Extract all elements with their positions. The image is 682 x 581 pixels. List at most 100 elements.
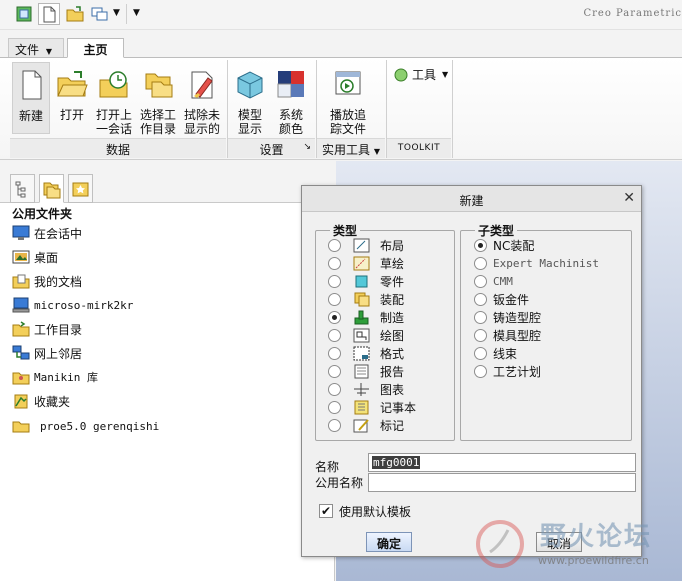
system-colors-button[interactable]: 系统 颜色	[272, 62, 310, 136]
model-tree-tab[interactable]	[10, 174, 35, 203]
type-option-markup[interactable]: 标记	[328, 416, 404, 434]
erase-not-displayed-icon	[191, 71, 213, 99]
new-button[interactable]: 新建	[12, 62, 50, 134]
name-value: mfg0001	[372, 456, 421, 469]
open-last-session-icon	[99, 71, 128, 98]
subtype-option-mold-cavity[interactable]: 模具型腔	[474, 326, 541, 344]
report-icon	[354, 364, 369, 378]
subtype-radio[interactable]	[474, 292, 487, 306]
tree-item-manikin-library[interactable]: Manikin 库	[12, 366, 98, 388]
type-option-drawing[interactable]: 绘图	[328, 326, 404, 344]
select-working-directory-label: 选择工 作目录	[139, 108, 176, 136]
subtype-radio[interactable]	[474, 238, 487, 252]
group-data-label: 数据	[105, 143, 130, 157]
type-option-part[interactable]: 零件	[328, 272, 404, 290]
name-label: 名称	[315, 460, 340, 474]
tree-item-folder[interactable]: proe5.0 gerenqishi	[12, 415, 159, 437]
subtype-option-expert-machinist[interactable]: Expert Machinist	[474, 254, 599, 272]
subtype-radio[interactable]	[474, 328, 487, 342]
subtype-option-cast-cavity[interactable]: 铸造型腔	[474, 308, 541, 326]
ribbon: 新建 打开 打开上 一会话 选择工 作目录 拭除未 显示的 模型 显示 系统 颜…	[0, 57, 682, 160]
play-trail-file-button[interactable]: 播放追 踪文件	[326, 62, 370, 136]
chevron-down-icon: ▼	[442, 70, 449, 79]
favorites-tab[interactable]	[68, 174, 93, 203]
group-utilities[interactable]: 实用工具 ▼	[317, 138, 385, 158]
windows-icon[interactable]	[89, 3, 111, 25]
navigator-panel: 公用文件夹 在会话中 桌面 我的文档 microso-mirk2kr 工作目录 …	[0, 161, 335, 581]
subtype-option-process-plan[interactable]: 工艺计划	[474, 362, 541, 380]
type-radio[interactable]	[328, 400, 341, 414]
subtype-radio[interactable]	[474, 346, 487, 360]
type-option-layout[interactable]: 布局	[328, 236, 404, 254]
tree-item-network[interactable]: 网上邻居	[12, 342, 82, 364]
dialog-launcher-icon[interactable]: ↘	[303, 142, 311, 152]
system-colors-label: 系统 颜色	[278, 108, 303, 136]
close-icon[interactable]: ✕	[623, 190, 635, 206]
type-radio[interactable]	[328, 274, 341, 288]
open-folder-icon[interactable]	[64, 3, 86, 25]
subtype-option-harness[interactable]: 线束	[474, 344, 517, 362]
type-option-format[interactable]: 格式	[328, 344, 404, 362]
play-trail-file-label: 播放追 踪文件	[329, 108, 366, 136]
tools-dropdown[interactable]: 工具 ▼	[394, 66, 448, 83]
type-option-diagram[interactable]: 图表	[328, 380, 404, 398]
windows-dropdown-icon[interactable]: ▼	[113, 8, 120, 18]
tree-item-my-documents[interactable]: 我的文档	[12, 270, 82, 292]
new-file-icon[interactable]	[38, 3, 60, 25]
model-display-button[interactable]: 模型 显示	[232, 62, 268, 136]
type-option-notebook[interactable]: 记事本	[328, 398, 416, 416]
computer-icon	[12, 297, 30, 313]
tab-file[interactable]: 文件 ▼	[8, 38, 64, 58]
favorites-tab-icon	[72, 182, 89, 197]
tree-item-in-session[interactable]: 在会话中	[12, 222, 82, 244]
tree-item-label: 收藏夹	[34, 394, 71, 409]
customize-toolbar-icon[interactable]: ▼	[133, 8, 140, 18]
subtype-radio[interactable]	[474, 274, 487, 288]
tree-item-computer[interactable]: microso-mirk2kr	[12, 294, 133, 316]
subtype-radio[interactable]	[474, 310, 487, 324]
type-radio[interactable]	[328, 418, 341, 432]
type-radio[interactable]	[328, 346, 341, 360]
common-name-input[interactable]	[368, 473, 636, 492]
type-radio[interactable]	[328, 310, 341, 324]
open-button[interactable]: 打开	[54, 62, 90, 134]
tab-home[interactable]: 主页	[67, 38, 124, 58]
name-input[interactable]: mfg0001	[368, 453, 636, 472]
type-radio[interactable]	[328, 382, 341, 396]
tree-item-label: microso-mirk2kr	[34, 298, 134, 312]
subtype-radio[interactable]	[474, 256, 487, 270]
cancel-button[interactable]: 取消	[536, 532, 582, 552]
subtype-option-cmm[interactable]: CMM	[474, 272, 513, 290]
select-working-directory-button[interactable]: 选择工 作目录	[138, 62, 178, 136]
subtype-option-sheetmetal[interactable]: 钣金件	[474, 290, 529, 308]
tree-item-working-directory[interactable]: 工作目录	[12, 318, 82, 340]
group-settings[interactable]: 设置 ↘	[228, 138, 315, 158]
open-last-session-button[interactable]: 打开上 一会话	[94, 62, 134, 136]
type-radio[interactable]	[328, 238, 341, 252]
markup-icon	[353, 418, 369, 432]
type-radio[interactable]	[328, 256, 341, 270]
erase-not-displayed-button[interactable]: 拭除未 显示的	[182, 62, 222, 136]
subtype-radio[interactable]	[474, 364, 487, 378]
tree-item-label: 在会话中	[34, 226, 83, 241]
app-window-icon[interactable]	[13, 3, 35, 25]
ok-button[interactable]: 确定	[366, 532, 412, 552]
layout-icon	[353, 238, 370, 252]
select-working-directory-icon	[145, 73, 173, 98]
type-option-report[interactable]: 报告	[328, 362, 404, 380]
folder-browser-icon	[43, 182, 61, 199]
subtype-option-nc-assembly[interactable]: NC装配	[474, 236, 534, 254]
type-option-sketch[interactable]: 草绘	[328, 254, 404, 272]
type-radio[interactable]	[328, 328, 341, 342]
tree-item-desktop[interactable]: 桌面	[12, 246, 58, 268]
type-radio[interactable]	[328, 364, 341, 378]
tree-item-favorites[interactable]: 收藏夹	[12, 390, 70, 412]
type-radio[interactable]	[328, 292, 341, 306]
type-option-manufacturing[interactable]: 制造	[328, 308, 404, 326]
folder-browser-tab[interactable]	[39, 174, 64, 203]
type-option-assembly[interactable]: 装配	[328, 290, 404, 308]
notebook-icon	[354, 400, 369, 414]
use-default-template-checkbox[interactable]: ✔	[319, 504, 333, 518]
type-label: 标记	[380, 418, 405, 433]
new-file-icon	[22, 70, 42, 100]
